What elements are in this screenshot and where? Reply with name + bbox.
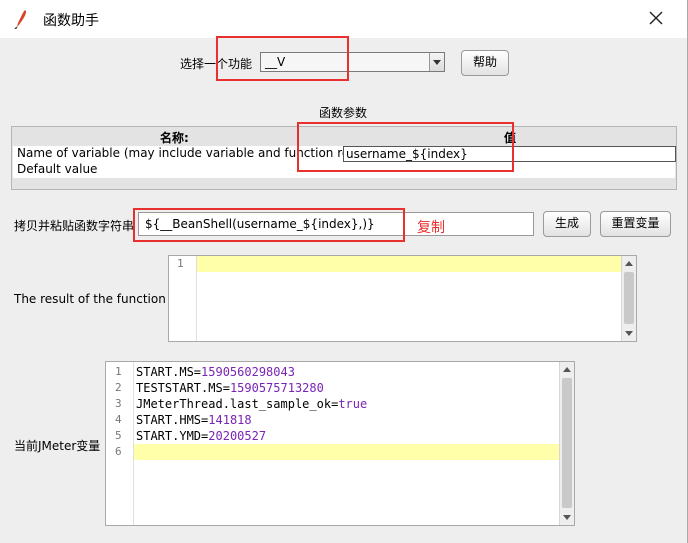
scroll-up-icon[interactable] [625,261,633,266]
line-number: 5 [115,429,122,442]
line-number: 6 [115,445,122,458]
var-value: 1590560298043 [201,365,295,379]
variables-code: START.MS=1590560298043 TESTSTART.MS=1590… [134,362,560,460]
scroll-thumb[interactable] [562,378,572,508]
vertical-scrollbar[interactable] [559,362,574,525]
scroll-up-icon[interactable] [563,367,571,372]
result-editor[interactable]: 1 [168,255,637,342]
param-name: Default value [17,162,98,176]
line-number: 2 [115,381,122,394]
params-section-title: 函数参数 [319,106,368,120]
function-helper-dialog: 函数助手 选择一个功能 __V 帮助 函数参数 名称: 值 Name of va… [0,0,688,543]
feather-pen-icon [14,10,27,29]
code-line [197,256,622,272]
var-key: START.HMS [136,413,202,427]
var-key: JMeterThread.last_sample_ok [136,397,332,411]
generate-button[interactable]: 生成 [543,211,591,237]
function-select-value: __V [265,55,286,69]
var-value: 20200527 [208,429,267,443]
line-gutter: 1 [169,256,197,341]
reset-variables-button[interactable]: 重置变量 [600,211,671,237]
var-value: 1590575713280 [229,381,324,395]
close-icon[interactable] [647,9,665,27]
chevron-down-icon[interactable] [429,53,444,71]
code-line: START.YMD=20200527 [136,429,267,443]
var-value: 141818 [208,413,252,427]
code-line [134,444,560,460]
code-line: TESTSTART.MS=1590575713280 [136,381,324,395]
table-row[interactable]: Default value [13,162,675,178]
line-number: 4 [115,413,122,426]
column-header-name: 名称: [160,131,189,145]
var-key: TESTSTART.MS [136,381,223,395]
var-key: START.MS [136,365,194,379]
line-number: 3 [115,397,122,410]
scroll-down-icon[interactable] [625,331,633,336]
window-title: 函数助手 [43,13,99,29]
param-name: Name of variable (may include variable a… [17,146,377,160]
result-label: The result of the function is [14,292,180,306]
result-code [197,256,622,272]
jmeter-variables-editor[interactable]: 1 2 3 4 5 6 START.MS=1590560298043 TESTS… [105,361,575,526]
code-line: JMeterThread.last_sample_ok=true [136,397,368,411]
help-button[interactable]: 帮助 [461,50,509,76]
vertical-scrollbar[interactable] [621,256,636,341]
copy-annotation: 复制 [417,220,445,236]
title-bar: 函数助手 [0,0,687,38]
line-number: 1 [115,365,122,378]
var-key: START.YMD [136,429,202,443]
function-select-label: 选择一个功能 [180,57,253,71]
scroll-down-icon[interactable] [563,515,571,520]
code-line: START.HMS=141818 [136,413,252,427]
param-value-input[interactable]: username_${index} [343,146,676,162]
line-number: 1 [177,257,184,270]
function-string-label: 拷贝并粘贴函数字符串 [14,219,135,233]
function-select[interactable]: __V [260,52,445,72]
function-string-input[interactable]: ${__BeanShell(username_${index},)} [138,212,534,236]
column-header-value: 值 [504,131,517,145]
var-value: true [338,397,368,411]
line-gutter: 1 2 3 4 5 6 [106,362,134,525]
jmeter-variables-label: 当前JMeter变量 [14,439,101,453]
scroll-thumb[interactable] [624,272,634,324]
code-line: START.MS=1590560298043 [136,365,295,379]
